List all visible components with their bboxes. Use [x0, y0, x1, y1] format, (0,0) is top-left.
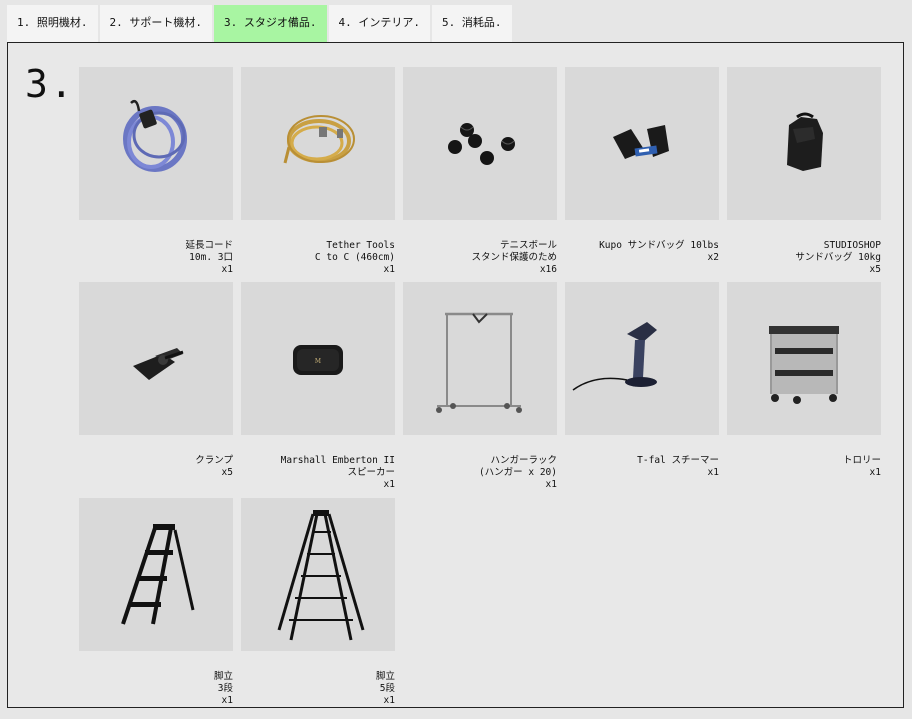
- item-card-studioshop-sandbag[interactable]: STUDIOSHOP サンドバッグ 10kg x5: [727, 67, 881, 288]
- content-panel: 3. 延長コード 10m. 3口 x1 Tether Tools C to C …: [7, 42, 904, 708]
- item-card-extension-cord[interactable]: 延長コード 10m. 3口 x1: [79, 67, 233, 288]
- tab-lighting[interactable]: 1. 照明機材.: [7, 5, 98, 42]
- hanger-rack-photo: [403, 282, 557, 435]
- item-caption: STUDIOSHOP サンドバッグ 10kg x5: [795, 240, 881, 275]
- item-card-tether-cable[interactable]: Tether Tools C to C (460cm) x1: [241, 67, 395, 288]
- item-caption: Kupo サンドバッグ 10lbs x2: [599, 240, 719, 263]
- item-caption: ハンガーラック (ハンガー x 20) x1: [478, 455, 557, 490]
- item-card-ladder[interactable]: 脚立 5段 x1: [241, 498, 395, 719]
- item-card-trolley[interactable]: トロリー x1: [727, 282, 881, 491]
- extension-cord-photo: [79, 67, 233, 220]
- studioshop-sandbag-photo: [727, 67, 881, 220]
- steamer-photo: [565, 282, 719, 435]
- kupo-sandbag-photo: [565, 67, 719, 220]
- step-stool-photo: [79, 498, 233, 651]
- clamp-photo: [79, 282, 233, 435]
- item-card-clamp[interactable]: クランプ x5: [79, 282, 233, 491]
- item-card-speaker[interactable]: M Marshall Emberton II スピーカー x1: [241, 282, 395, 503]
- tab-studio-equipment[interactable]: 3. スタジオ備品.: [214, 5, 327, 42]
- speaker-photo: M: [241, 282, 395, 435]
- item-caption: Marshall Emberton II スピーカー x1: [280, 455, 395, 490]
- item-card-step-stool[interactable]: 脚立 3段 x1: [79, 498, 233, 719]
- item-card-steamer[interactable]: T-fal スチーマー x1: [565, 282, 719, 491]
- item-card-kupo-sandbag[interactable]: Kupo サンドバッグ 10lbs x2: [565, 67, 719, 276]
- tab-consumables[interactable]: 5. 消耗品.: [432, 5, 512, 42]
- section-number: 3.: [25, 62, 75, 106]
- item-caption: 脚立 5段 x1: [375, 671, 395, 706]
- item-card-tennis-balls[interactable]: テニスボール スタンド保護のため x16: [403, 67, 557, 288]
- svg-text:M: M: [315, 358, 321, 365]
- ladder-photo: [241, 498, 395, 651]
- item-caption: クランプ x5: [195, 455, 233, 478]
- category-tabs: 1. 照明機材. 2. サポート機材. 3. スタジオ備品. 4. インテリア.…: [7, 5, 514, 42]
- tennis-balls-photo: [403, 67, 557, 220]
- item-card-hanger-rack[interactable]: ハンガーラック (ハンガー x 20) x1: [403, 282, 557, 503]
- item-caption: トロリー x1: [842, 455, 881, 478]
- item-caption: T-fal スチーマー x1: [637, 455, 719, 478]
- trolley-photo: [727, 282, 881, 435]
- item-caption: 脚立 3段 x1: [213, 671, 233, 706]
- tab-interior[interactable]: 4. インテリア.: [328, 5, 430, 42]
- item-caption: テニスボール スタンド保護のため x16: [471, 240, 557, 275]
- item-caption: 延長コード 10m. 3口 x1: [185, 240, 233, 275]
- tab-support[interactable]: 2. サポート機材.: [99, 5, 212, 42]
- tether-cable-photo: [241, 67, 395, 220]
- item-grid: 延長コード 10m. 3口 x1 Tether Tools C to C (460cm…: [79, 67, 889, 707]
- item-caption: Tether Tools C to C (460cm) x1: [314, 240, 395, 275]
